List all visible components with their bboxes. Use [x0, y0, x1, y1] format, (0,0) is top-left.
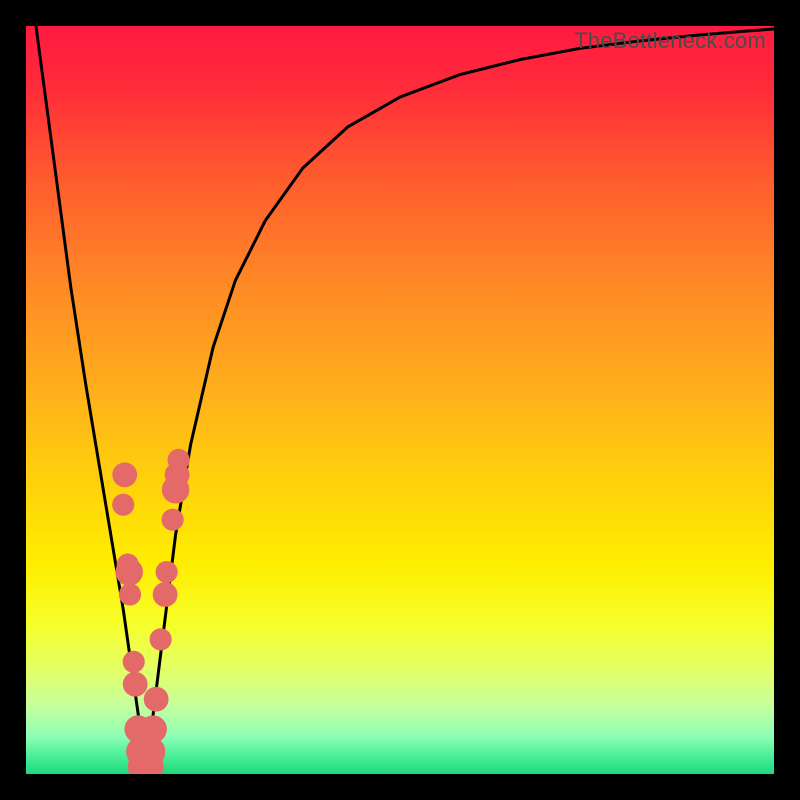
data-point: [112, 494, 134, 516]
bottleneck-curve: [26, 26, 774, 759]
data-point: [162, 509, 184, 531]
data-point: [123, 672, 148, 697]
data-point: [168, 449, 190, 471]
curve-layer: [26, 26, 774, 774]
chart-frame: TheBottleneck.com: [0, 0, 800, 800]
data-point: [150, 628, 172, 650]
data-point: [115, 558, 143, 586]
data-point: [112, 462, 137, 487]
plot-area: TheBottleneck.com: [26, 26, 774, 774]
data-point: [123, 651, 145, 673]
data-point: [156, 561, 178, 583]
data-point: [139, 715, 167, 743]
data-point: [153, 582, 178, 607]
data-point: [144, 687, 169, 712]
data-point: [119, 583, 141, 605]
watermark-text: TheBottleneck.com: [574, 28, 766, 54]
